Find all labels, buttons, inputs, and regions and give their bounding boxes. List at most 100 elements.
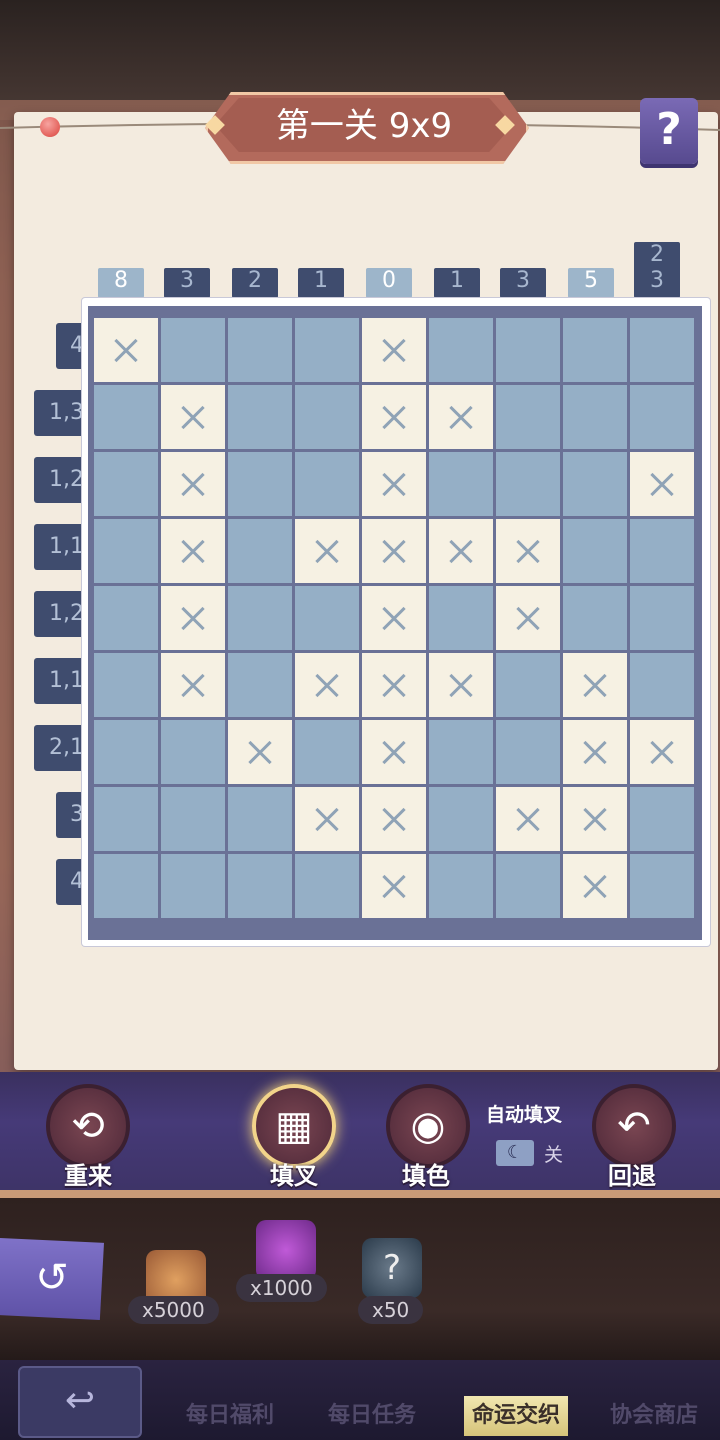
grid-cell-crossed[interactable] — [362, 720, 426, 784]
grid-cell-filled[interactable] — [94, 854, 158, 918]
auto-fill-toggle[interactable]: ☾ — [496, 1140, 534, 1166]
grid-cell-filled[interactable] — [161, 720, 225, 784]
back-button[interactable]: ↩ — [18, 1366, 142, 1438]
tab-daily-tasks[interactable]: 每日任务 — [328, 1396, 416, 1436]
fill-color-label: 填色 — [402, 1162, 450, 1190]
grid-cell-filled[interactable] — [429, 318, 493, 382]
grid-cell-filled[interactable] — [496, 854, 560, 918]
grid-cell-filled[interactable] — [228, 586, 292, 650]
grid-cell-crossed[interactable] — [630, 452, 694, 516]
grid-cell-crossed[interactable] — [161, 586, 225, 650]
column-clue-number: 3 — [650, 268, 664, 293]
column-clue: 2 — [232, 268, 278, 298]
fill-x-label: 填叉 — [270, 1162, 318, 1190]
grid-cell-filled[interactable] — [94, 787, 158, 851]
grid-cell-filled[interactable] — [228, 318, 292, 382]
grid-cell-crossed[interactable] — [496, 586, 560, 650]
grid-cell-filled[interactable] — [161, 787, 225, 851]
grid-cell-crossed[interactable] — [295, 787, 359, 851]
grid-cell-crossed[interactable] — [429, 385, 493, 449]
grid-cell-filled[interactable] — [563, 318, 627, 382]
grid-cell-filled[interactable] — [630, 385, 694, 449]
grid-cell-crossed[interactable] — [563, 787, 627, 851]
grid-cell-filled[interactable] — [630, 318, 694, 382]
help-button[interactable]: ? — [640, 98, 698, 164]
grid-cell-filled[interactable] — [94, 653, 158, 717]
grid-cell-crossed[interactable] — [362, 385, 426, 449]
grid-cell-crossed[interactable] — [161, 519, 225, 583]
grid-cell-crossed[interactable] — [295, 653, 359, 717]
tab-daily-welfare[interactable]: 每日福利 — [186, 1396, 274, 1436]
grid-cell-filled[interactable] — [429, 720, 493, 784]
grid-cell-crossed[interactable] — [161, 452, 225, 516]
tab-fate-intertwine[interactable]: 命运交织 — [464, 1396, 569, 1436]
grid-cell-crossed[interactable] — [362, 318, 426, 382]
grid-cell-crossed[interactable] — [362, 586, 426, 650]
grid-cell-filled[interactable] — [429, 452, 493, 516]
row-clue: 1,1 — [34, 658, 88, 704]
grid-cell-filled[interactable] — [429, 586, 493, 650]
grid-cell-filled[interactable] — [228, 787, 292, 851]
grid-cell-filled[interactable] — [228, 385, 292, 449]
grid-cell-filled[interactable] — [630, 787, 694, 851]
grid-cell-crossed[interactable] — [362, 787, 426, 851]
grid-cell-filled[interactable] — [94, 720, 158, 784]
pin-icon — [40, 117, 60, 137]
grid-cell-filled[interactable] — [295, 385, 359, 449]
grid-cell-filled[interactable] — [630, 854, 694, 918]
grid-cell-filled[interactable] — [295, 720, 359, 784]
grid-cell-filled[interactable] — [161, 854, 225, 918]
grid-cell-filled[interactable] — [630, 519, 694, 583]
grid-cell-filled[interactable] — [295, 452, 359, 516]
grid-cell-filled[interactable] — [429, 854, 493, 918]
grid-cell-filled[interactable] — [94, 452, 158, 516]
palette-icon: ◉ — [410, 1103, 446, 1149]
grid-cell-filled[interactable] — [630, 586, 694, 650]
grid-cell-crossed[interactable] — [362, 854, 426, 918]
grid-cell-crossed[interactable] — [228, 720, 292, 784]
grid-cell-crossed[interactable] — [161, 385, 225, 449]
grid-cell-filled[interactable] — [228, 452, 292, 516]
grid-cell-filled[interactable] — [563, 452, 627, 516]
grid-cell-crossed[interactable] — [563, 653, 627, 717]
grid-cell-crossed[interactable] — [295, 519, 359, 583]
grid-cell-crossed[interactable] — [362, 653, 426, 717]
grid-cell-filled[interactable] — [496, 318, 560, 382]
grid-cell-filled[interactable] — [496, 385, 560, 449]
share-banner[interactable]: ↺ — [0, 1238, 104, 1320]
grid-cell-crossed[interactable] — [563, 854, 627, 918]
grid-cell-filled[interactable] — [563, 519, 627, 583]
grid-cell-filled[interactable] — [228, 653, 292, 717]
grid-cell-crossed[interactable] — [496, 787, 560, 851]
grid-cell-filled[interactable] — [563, 385, 627, 449]
grid-cell-filled[interactable] — [496, 452, 560, 516]
grid-cell-crossed[interactable] — [429, 653, 493, 717]
tool-bar-edge — [0, 1190, 720, 1198]
grid-cell-filled[interactable] — [429, 787, 493, 851]
mystery-box-icon: ? — [362, 1238, 422, 1298]
grid-cell-crossed[interactable] — [362, 452, 426, 516]
column-clue: 0 — [366, 268, 412, 298]
column-clue: 8 — [98, 268, 144, 298]
grid-cell-filled[interactable] — [228, 854, 292, 918]
grid-cell-crossed[interactable] — [362, 519, 426, 583]
grid-cell-filled[interactable] — [94, 385, 158, 449]
grid-cell-crossed[interactable] — [496, 519, 560, 583]
grid-cell-filled[interactable] — [563, 586, 627, 650]
grid-cell-filled[interactable] — [630, 653, 694, 717]
grid-cell-crossed[interactable] — [94, 318, 158, 382]
grid-cell-filled[interactable] — [94, 519, 158, 583]
grid-cell-filled[interactable] — [496, 720, 560, 784]
grid-cell-filled[interactable] — [228, 519, 292, 583]
grid-cell-crossed[interactable] — [563, 720, 627, 784]
grid-cell-filled[interactable] — [94, 586, 158, 650]
grid-cell-filled[interactable] — [496, 653, 560, 717]
grid-cell-crossed[interactable] — [630, 720, 694, 784]
grid-cell-filled[interactable] — [295, 318, 359, 382]
grid-cell-crossed[interactable] — [429, 519, 493, 583]
grid-cell-filled[interactable] — [161, 318, 225, 382]
grid-cell-filled[interactable] — [295, 586, 359, 650]
grid-cell-filled[interactable] — [295, 854, 359, 918]
tab-guild-shop[interactable]: 协会商店 — [610, 1396, 698, 1436]
grid-cell-crossed[interactable] — [161, 653, 225, 717]
